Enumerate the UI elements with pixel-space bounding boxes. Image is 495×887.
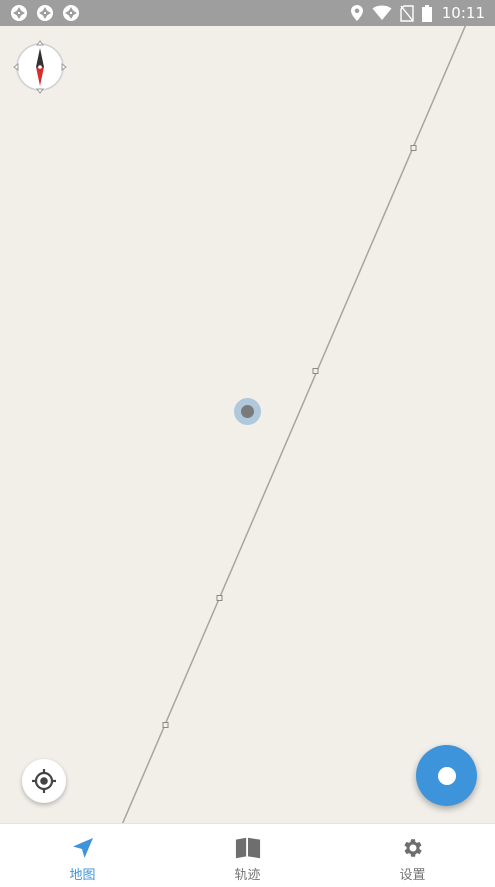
notification-aperture-icon [11, 5, 27, 21]
crosshair-icon [32, 769, 56, 793]
tab-tracks-label: 轨迹 [234, 868, 261, 883]
wifi-icon [372, 5, 392, 20]
bottom-navigation: 地图 轨迹 设置 [0, 823, 495, 887]
tab-settings-label: 设置 [399, 868, 426, 883]
notification-icons [10, 4, 80, 22]
compass-icon[interactable] [13, 40, 67, 94]
notification-aperture-icon [63, 5, 79, 21]
locate-me-button[interactable] [22, 759, 66, 803]
route-point [216, 595, 223, 601]
gear-icon [400, 835, 426, 861]
system-icons: 10:11 [350, 3, 485, 23]
book-map-icon [235, 835, 261, 861]
current-location-center [241, 405, 254, 418]
record-track-button[interactable] [416, 745, 477, 806]
record-dot-icon [437, 766, 456, 785]
tab-map-label: 地图 [69, 868, 96, 883]
tab-map[interactable]: 地图 [0, 824, 165, 887]
route-point [162, 722, 169, 728]
notification-aperture-icon [37, 5, 53, 21]
battery-icon [421, 4, 432, 22]
location-pin-icon [350, 5, 363, 21]
status-bar: 10:11 [0, 0, 495, 26]
tab-tracks[interactable]: 轨迹 [165, 824, 330, 887]
route-point [410, 145, 417, 151]
no-sim-icon [400, 4, 414, 22]
status-time: 10:11 [441, 4, 485, 22]
route-point [312, 368, 319, 374]
app-screen: 10:11 地图 轨迹 设置 [0, 0, 495, 887]
tab-settings[interactable]: 设置 [330, 824, 495, 887]
current-location-dot [234, 398, 261, 425]
navigation-arrow-icon [70, 835, 96, 861]
